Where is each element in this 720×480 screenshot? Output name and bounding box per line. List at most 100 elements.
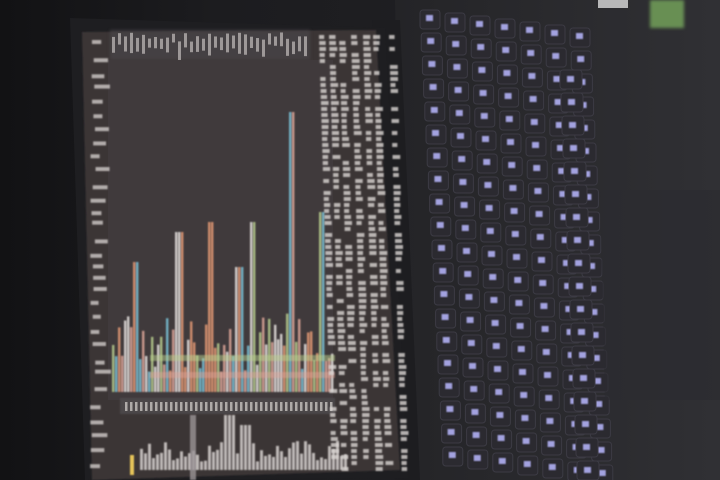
panel-text [376, 155, 384, 159]
panel-text [356, 209, 363, 213]
panel-text [341, 119, 347, 123]
status-light [650, 0, 684, 28]
panel-text [382, 377, 390, 381]
panel-text [352, 101, 360, 105]
panel-text [351, 461, 357, 465]
panel-text [369, 245, 377, 249]
keyboard-key [539, 412, 561, 433]
panel-text [330, 101, 339, 105]
panel-text [324, 221, 332, 225]
key-glow [508, 162, 516, 168]
header-tick [274, 36, 277, 46]
panel-text [326, 275, 333, 279]
keyboard-key [494, 18, 516, 39]
panel-text [378, 227, 386, 231]
keyboard-key [536, 343, 558, 364]
key-glow [575, 260, 582, 266]
key-glow [514, 277, 522, 283]
header-tick [220, 37, 223, 51]
key-glow [534, 188, 542, 194]
panel-text [320, 77, 326, 81]
strip-tick [305, 402, 308, 411]
histogram-bar [236, 453, 239, 470]
panel-text [341, 131, 348, 135]
panel-text [343, 185, 350, 189]
panel-text [375, 137, 382, 141]
strip-tick [285, 402, 288, 411]
panel-text [336, 281, 343, 285]
header-tick [268, 33, 271, 45]
strip-tick [160, 402, 163, 411]
panel-text [340, 425, 347, 429]
panel-text [351, 59, 360, 63]
strip-tick [185, 402, 188, 411]
panel-text [375, 107, 383, 111]
key-glow [536, 234, 544, 240]
panel-text [330, 443, 339, 447]
panel-text [363, 65, 370, 69]
key-glow [494, 366, 501, 372]
strip-tick [270, 402, 273, 411]
key-glow [598, 470, 606, 476]
panel-text [373, 41, 380, 45]
panel-text [367, 179, 375, 183]
chart-bar [259, 332, 262, 392]
keyboard-key [425, 124, 447, 145]
panel-text [379, 257, 387, 261]
panel-text [391, 119, 400, 123]
axis-label [91, 74, 105, 79]
key-glow [570, 145, 577, 151]
keyboard-key [508, 294, 530, 315]
panel-text [340, 419, 348, 423]
header-tick [136, 37, 139, 52]
strip-tick [165, 402, 168, 411]
panel-text [379, 263, 387, 267]
axis-label [90, 448, 105, 453]
chart-bar [286, 313, 289, 392]
key-glow [458, 156, 466, 162]
key-glow [488, 251, 495, 257]
keyboard-key [476, 153, 498, 174]
strip-tick [255, 402, 258, 411]
keyboard-key [423, 78, 445, 99]
strip-tick [325, 402, 328, 411]
key-glow [568, 99, 575, 105]
key-glow [497, 435, 505, 441]
chart-bar [310, 331, 313, 392]
panel-text [368, 227, 376, 231]
keyboard-key [512, 363, 534, 384]
keyboard-key [446, 58, 468, 79]
panel-text [366, 161, 373, 165]
panel-text [374, 83, 382, 87]
panel-text [341, 125, 347, 129]
strip-tick [235, 402, 238, 411]
panel-text [334, 215, 340, 219]
keyboard-key [436, 331, 458, 352]
key-glow [582, 421, 589, 427]
panel-text [323, 179, 330, 183]
header-tick [304, 36, 307, 57]
panel-text [373, 35, 381, 39]
panel-text [324, 209, 330, 213]
keyboard-key [541, 435, 563, 456]
header-tick [142, 34, 145, 54]
strip-tick [210, 402, 213, 411]
strip-tick [190, 402, 193, 411]
panel-text [360, 377, 369, 381]
panel-text [322, 161, 329, 165]
strip-tick [295, 402, 298, 411]
panel-text [395, 269, 401, 273]
header-tick [226, 33, 229, 53]
key-glow [432, 130, 439, 136]
axis-label [93, 141, 107, 146]
keyboard-key [486, 337, 508, 358]
panel-text [337, 323, 345, 327]
panel-text [326, 293, 333, 297]
chart-bar [154, 366, 157, 392]
panel-text [338, 365, 347, 369]
panel-text [339, 59, 346, 63]
panel-text [319, 53, 325, 57]
axis-label [95, 360, 105, 365]
keyboard-key [458, 288, 480, 309]
panel-text [383, 407, 391, 411]
